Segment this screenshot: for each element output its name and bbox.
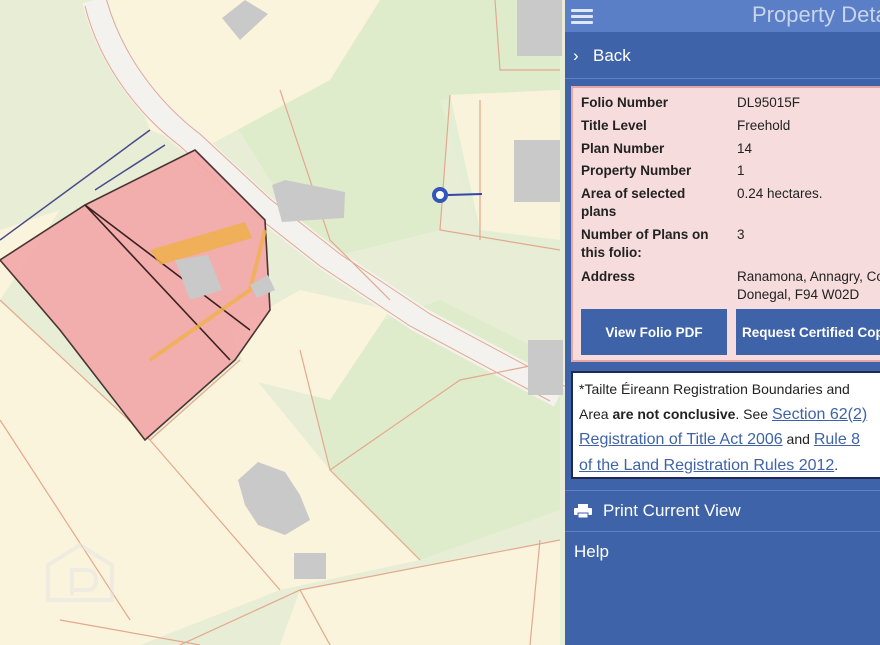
- notice-text: . See: [735, 405, 772, 422]
- rule-8-link[interactable]: Rule 8: [814, 431, 860, 448]
- help-button[interactable]: Help: [565, 531, 880, 573]
- field-value: Ranamona, Annagry, Co. Donegal, F94 W02D: [737, 269, 880, 302]
- notice-line-3: Registration of Title Act 2006 and Rule …: [579, 427, 880, 453]
- panel-header: Property Details: [565, 0, 880, 32]
- folio-info-box: Folio Number DL95015F Title Level Freeho…: [571, 86, 880, 362]
- field-value: 1: [737, 163, 745, 178]
- field-label: Folio Number: [581, 95, 668, 110]
- notice-line-2: Area are not conclusive. See Section 62(…: [579, 402, 880, 428]
- field-label: Property Number: [581, 163, 692, 178]
- map-view[interactable]: [0, 0, 565, 645]
- field-value: DL95015F: [737, 95, 801, 110]
- notice-emphasis: are not conclusive: [612, 405, 736, 422]
- panel-title: Property Details: [752, 2, 880, 27]
- request-certified-copy-button[interactable]: Request Certified Copy: [736, 309, 880, 355]
- menu-icon[interactable]: [571, 6, 593, 26]
- back-button[interactable]: › Back: [565, 34, 880, 79]
- print-label: Print Current View: [603, 501, 741, 520]
- notice-line-1: *Tailte Éireann Registration Boundaries …: [579, 381, 850, 397]
- map-canvas[interactable]: [0, 0, 565, 645]
- field-label: Plan Number: [581, 141, 665, 156]
- notice-text: and: [782, 431, 814, 447]
- land-registration-rules-link[interactable]: of the Land Registration Rules 2012: [579, 457, 834, 474]
- field-value: Freehold: [737, 118, 791, 133]
- section-62-link[interactable]: Section 62(2): [772, 406, 867, 423]
- field-label: Address: [581, 269, 636, 284]
- registration-act-link[interactable]: Registration of Title Act 2006: [579, 431, 783, 448]
- back-label: Back: [593, 46, 631, 65]
- property-details-panel: Property Details › Back Folio Number DL9…: [565, 0, 880, 645]
- field-value: 3: [737, 227, 745, 242]
- notice-line-4: of the Land Registration Rules 2012.: [579, 453, 880, 479]
- registration-notice: *Tailte Éireann Registration Boundaries …: [571, 371, 880, 479]
- help-label: Help: [574, 542, 609, 561]
- notice-text: Area: [579, 405, 613, 422]
- notice-text: .: [834, 456, 839, 473]
- print-current-view-button[interactable]: Print Current View: [565, 490, 880, 532]
- field-label: Area of selected plans: [581, 186, 686, 219]
- field-value: 0.24 hectares.: [737, 186, 823, 201]
- field-label: Number of Plans on this folio:: [581, 227, 709, 260]
- view-folio-pdf-button[interactable]: View Folio PDF: [581, 309, 727, 355]
- chevron-right-icon: ›: [573, 46, 579, 65]
- field-value: 14: [737, 141, 753, 156]
- field-label: Title Level: [581, 118, 647, 133]
- printer-icon: [574, 504, 592, 518]
